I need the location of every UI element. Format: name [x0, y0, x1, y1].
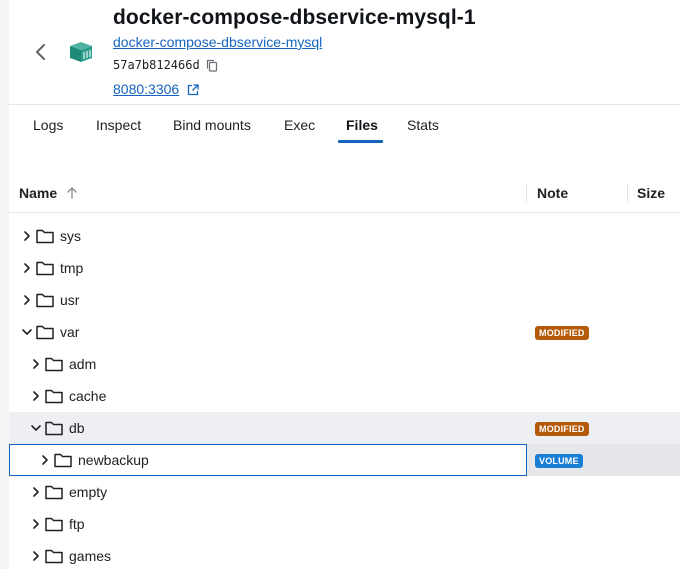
port-link[interactable]: 8080:3306	[113, 81, 179, 97]
chevron-right-icon[interactable]	[21, 294, 33, 306]
container-header: docker-compose-dbservice-mysql-1 docker-…	[9, 0, 680, 104]
folder-icon	[36, 293, 54, 308]
tab-bind-mounts[interactable]: Bind mounts	[173, 117, 251, 133]
table-row[interactable]: empty	[9, 476, 680, 508]
container-icon	[70, 42, 92, 62]
table-row[interactable]: newbackup VOLUME	[9, 444, 680, 476]
file-name: tmp	[60, 260, 84, 276]
folder-icon	[45, 421, 63, 436]
table-row[interactable]: var MODIFIED	[9, 316, 680, 348]
chevron-down-icon[interactable]	[30, 422, 42, 434]
folder-icon	[36, 325, 54, 340]
external-link-icon[interactable]	[187, 84, 199, 96]
file-name: usr	[60, 292, 80, 308]
tab-logs[interactable]: Logs	[33, 117, 63, 133]
chevron-left-icon[interactable]	[31, 40, 51, 64]
folder-icon	[36, 261, 54, 276]
table-row[interactable]: games	[9, 540, 680, 569]
folder-icon	[36, 229, 54, 244]
file-name: sys	[60, 228, 81, 244]
tab-files[interactable]: Files	[346, 117, 378, 133]
tab-bar: Logs Inspect Bind mounts Exec Files Stat…	[9, 105, 680, 145]
active-tab-indicator	[338, 140, 383, 143]
tab-inspect[interactable]: Inspect	[96, 117, 141, 133]
folder-icon	[45, 485, 63, 500]
modified-badge: MODIFIED	[535, 326, 589, 340]
file-name: empty	[69, 484, 108, 500]
table-row[interactable]: db MODIFIED	[9, 412, 680, 444]
volume-badge: VOLUME	[535, 454, 583, 468]
tab-exec[interactable]: Exec	[284, 117, 315, 133]
table-row[interactable]: adm	[9, 348, 680, 380]
tab-stats[interactable]: Stats	[407, 117, 439, 133]
column-header-size[interactable]: Size	[637, 185, 665, 201]
container-name: docker-compose-dbservice-mysql-1	[113, 6, 476, 29]
copy-icon[interactable]	[206, 59, 218, 72]
chevron-right-icon[interactable]	[30, 550, 42, 562]
folder-icon	[45, 389, 63, 404]
folder-icon	[54, 453, 72, 468]
image-link[interactable]: docker-compose-dbservice-mysql	[113, 34, 322, 50]
file-name: newbackup	[78, 452, 149, 468]
folder-icon	[45, 517, 63, 532]
chevron-right-icon[interactable]	[21, 230, 33, 242]
chevron-down-icon[interactable]	[21, 326, 33, 338]
container-id: 57a7b812466d	[113, 58, 200, 72]
chevron-right-icon[interactable]	[30, 358, 42, 370]
file-name: ftp	[69, 516, 85, 532]
chevron-right-icon[interactable]	[39, 454, 51, 466]
table-row[interactable]: sys	[9, 220, 680, 252]
file-name: cache	[69, 388, 107, 404]
column-header-name[interactable]: Name	[19, 185, 57, 201]
chevron-right-icon[interactable]	[30, 486, 42, 498]
arrow-up-icon[interactable]	[65, 186, 79, 200]
column-separator[interactable]	[627, 183, 628, 203]
chevron-right-icon[interactable]	[30, 518, 42, 530]
file-name: games	[69, 548, 112, 564]
table-row[interactable]: tmp	[9, 252, 680, 284]
file-tree: sys tmp usr var MODIFIED adm cache db MODIFIED ne…	[0, 214, 680, 569]
table-row[interactable]: cache	[9, 380, 680, 412]
folder-icon	[45, 357, 63, 372]
table-header: Name Note Size	[9, 173, 680, 213]
modified-badge: MODIFIED	[535, 422, 589, 436]
table-row[interactable]: usr	[9, 284, 680, 316]
folder-icon	[45, 549, 63, 564]
column-header-note[interactable]: Note	[537, 185, 568, 201]
chevron-right-icon[interactable]	[21, 262, 33, 274]
table-row[interactable]: ftp	[9, 508, 680, 540]
chevron-right-icon[interactable]	[30, 390, 42, 402]
file-name: adm	[69, 356, 97, 372]
file-name: var	[60, 324, 80, 340]
column-separator[interactable]	[526, 183, 527, 203]
file-name: db	[69, 420, 85, 436]
